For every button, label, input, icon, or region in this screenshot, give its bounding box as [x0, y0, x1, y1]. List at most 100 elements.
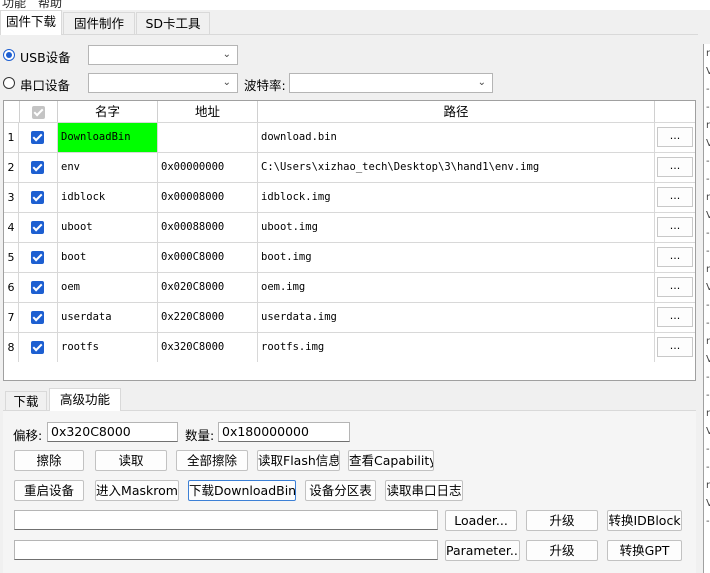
erase-all-button[interactable]: 全部擦除 [176, 450, 248, 471]
browse-file-button[interactable]: ... [657, 187, 693, 207]
usb-device-radio[interactable] [3, 49, 15, 61]
row-path[interactable]: rootfs.img [258, 333, 655, 362]
row-address[interactable]: 0x220C8000 [158, 303, 258, 332]
log-line: r [706, 336, 710, 347]
tab-firmware-download[interactable]: 固件下载 [0, 10, 62, 35]
row-checkbox[interactable] [31, 281, 44, 294]
browse-file-button[interactable]: ... [657, 217, 693, 237]
sub-tab-strip: 下载 高级功能 [3, 388, 696, 411]
row-name[interactable]: uboot [58, 213, 158, 242]
row-address[interactable]: 0x00000000 [158, 153, 258, 182]
row-address[interactable] [158, 123, 258, 152]
upgrade-loader-button[interactable]: 升级 [526, 510, 598, 531]
row-name[interactable]: env [58, 153, 158, 182]
log-line: V [706, 282, 710, 293]
read-serial-log-button[interactable]: 读取串口日志 [385, 480, 463, 501]
log-line: - [706, 174, 710, 185]
row-address[interactable]: 0x020C8000 [158, 273, 258, 302]
baud-rate-select[interactable]: ⌄ [289, 73, 493, 93]
row-checkbox[interactable] [31, 131, 44, 144]
row-address[interactable]: 0x00088000 [158, 213, 258, 242]
loader-browse-button[interactable]: Loader... [445, 510, 517, 531]
select-all-checkbox[interactable] [32, 106, 45, 119]
row-path[interactable]: oem.img [258, 273, 655, 302]
row-name[interactable]: rootfs [58, 333, 158, 362]
row-path[interactable]: boot.img [258, 243, 655, 272]
browse-file-button[interactable]: ... [657, 307, 693, 327]
partition-table-button[interactable]: 设备分区表 [305, 480, 376, 501]
browse-file-button[interactable]: ... [657, 247, 693, 267]
row-checkbox[interactable] [31, 221, 44, 234]
row-address[interactable]: 0x00008000 [158, 183, 258, 212]
table-row[interactable]: 6 oem 0x020C8000 oem.img... [4, 272, 695, 302]
table-row[interactable]: 1 DownloadBin download.bin... [4, 122, 695, 152]
tab-firmware-make[interactable]: 固件制作 [63, 12, 135, 34]
tab-sd-tool[interactable]: SD卡工具 [136, 12, 210, 34]
row-path[interactable]: download.bin [258, 123, 655, 152]
table-row[interactable]: 4 uboot 0x00088000 uboot.img... [4, 212, 695, 242]
count-label: 数量: [185, 428, 215, 443]
usb-device-select[interactable]: ⌄ [88, 45, 238, 65]
log-line: V [706, 138, 710, 149]
read-button[interactable]: 读取 [95, 450, 167, 471]
row-path[interactable]: C:\Users\xizhao_tech\Desktop\3\hand1\env… [258, 153, 655, 182]
enter-maskrom-button[interactable]: 进入Maskrom [95, 480, 179, 501]
read-flash-info-button[interactable]: 读取Flash信息 [257, 450, 340, 471]
row-index: 3 [4, 183, 19, 212]
log-line: - [706, 156, 710, 167]
reboot-device-button[interactable]: 重启设备 [14, 480, 84, 501]
row-path[interactable]: uboot.img [258, 213, 655, 242]
serial-device-radio[interactable] [3, 77, 15, 89]
row-name[interactable]: boot [58, 243, 158, 272]
row-check-cell [19, 303, 58, 332]
browse-file-button[interactable]: ... [657, 157, 693, 177]
browse-file-button[interactable]: ... [657, 277, 693, 297]
table-row[interactable]: 3 idblock 0x00008000 idblock.img... [4, 182, 695, 212]
table-row[interactable]: 8 rootfs 0x320C8000 rootfs.img... [4, 332, 695, 362]
serial-device-select[interactable]: ⌄ [88, 73, 238, 93]
tab-advanced[interactable]: 高级功能 [49, 388, 121, 411]
table-row[interactable]: 2 env 0x00000000 C:\Users\xizhao_tech\Deskt… [4, 152, 695, 182]
log-line: - [706, 516, 710, 527]
browse-file-button[interactable]: ... [657, 337, 693, 357]
row-name[interactable]: oem [58, 273, 158, 302]
browse-file-button[interactable]: ... [657, 127, 693, 147]
row-checkbox[interactable] [31, 311, 44, 324]
table-row[interactable]: 7 userdata 0x220C8000 userdata.img... [4, 302, 695, 332]
row-address[interactable]: 0x000C8000 [158, 243, 258, 272]
convert-idblock-button[interactable]: 转换IDBlock [607, 510, 682, 531]
loader-path-input[interactable] [14, 510, 438, 530]
log-line: - [706, 318, 710, 329]
view-capability-button[interactable]: 查看Capability [348, 450, 434, 471]
row-name[interactable]: userdata [58, 303, 158, 332]
table-row[interactable]: 5 boot 0x000C8000 boot.img... [4, 242, 695, 272]
row-checkbox[interactable] [31, 191, 44, 204]
row-path[interactable]: userdata.img [258, 303, 655, 332]
offset-input[interactable]: 0x320C8000 [47, 422, 178, 442]
convert-gpt-button[interactable]: 转换GPT [607, 540, 682, 561]
header-check [20, 101, 58, 122]
erase-button[interactable]: 擦除 [14, 450, 84, 471]
row-path[interactable]: idblock.img [258, 183, 655, 212]
header-address: 地址 [158, 101, 258, 122]
menu-function[interactable]: 功能 [2, 0, 26, 10]
count-input[interactable]: 0x180000000 [218, 422, 350, 442]
row-name[interactable]: DownloadBin [58, 123, 158, 152]
parameter-browse-button[interactable]: Parameter... [445, 540, 520, 561]
log-line: - [706, 300, 710, 311]
log-line: - [706, 246, 710, 257]
row-address[interactable]: 0x320C8000 [158, 333, 258, 362]
row-checkbox[interactable] [31, 161, 44, 174]
download-bin-button[interactable]: 下载DownloadBin [188, 480, 296, 501]
parameter-path-input[interactable] [14, 540, 438, 560]
row-name[interactable]: idblock [58, 183, 158, 212]
row-checkbox[interactable] [31, 341, 44, 354]
serial-device-label: 串口设备 [20, 78, 71, 93]
row-checkbox[interactable] [31, 251, 44, 264]
tab-download[interactable]: 下载 [5, 391, 47, 410]
upgrade-parameter-button[interactable]: 升级 [526, 540, 598, 561]
log-panel[interactable]: rV--rV--rV--rV--rV--rV--rV- [703, 44, 710, 573]
menu-help[interactable]: 帮助 [38, 0, 62, 10]
log-line: - [706, 102, 710, 113]
log-line: - [706, 462, 710, 473]
